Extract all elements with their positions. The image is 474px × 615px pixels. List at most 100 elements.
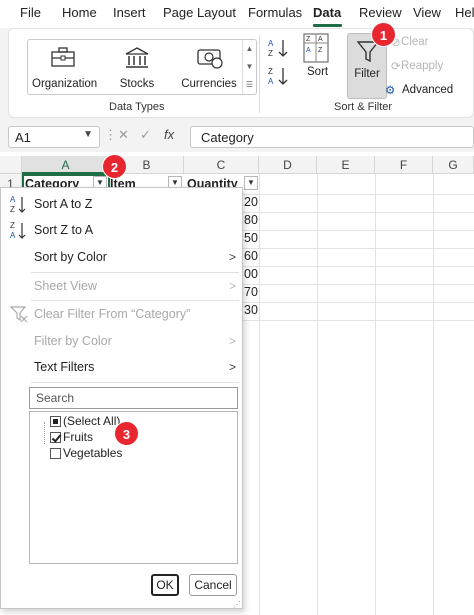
column-header-a[interactable]: A — [22, 156, 110, 174]
gridline — [243, 320, 474, 321]
sort-a-to-z-label: Sort A to Z — [34, 197, 93, 211]
chevron-right-icon: > — [228, 279, 236, 293]
formula-value: Category — [201, 130, 254, 145]
sort-z-to-a-item[interactable]: ZA Sort Z to A — [1, 217, 242, 243]
sort-za-icon: ZA — [10, 221, 26, 240]
filter-dropdown-c-icon[interactable]: ▼ — [244, 176, 258, 190]
reapply-icon: ⟳ — [391, 61, 401, 73]
select-all-corner[interactable] — [0, 156, 22, 174]
chevron-right-icon: > — [228, 360, 236, 374]
quantity-cell[interactable]: 80 — [244, 213, 258, 227]
cancel-button[interactable]: Cancel — [189, 574, 237, 596]
clear-filter-icon — [10, 306, 28, 323]
insert-function-icon[interactable]: fx — [164, 127, 174, 142]
stocks-button[interactable]: Stocks — [106, 44, 168, 92]
currencies-icon — [197, 49, 223, 69]
filter-label: Filter — [354, 68, 380, 80]
formula-bar: A1 ▼ ⋮ ✕ ✓ fx Category — [0, 122, 474, 152]
name-box-value: A1 — [15, 130, 31, 145]
menu-formulas[interactable]: Formulas — [248, 5, 302, 20]
chevron-right-icon: > — [228, 334, 236, 348]
sort-label: Sort — [307, 66, 329, 78]
ok-button[interactable]: OK — [151, 574, 179, 596]
column-header-g[interactable]: G — [433, 156, 474, 174]
step-badge-2: 2 — [102, 154, 127, 179]
enter-icon[interactable]: ✓ — [140, 127, 151, 143]
gridline — [243, 212, 474, 213]
svg-text:Z: Z — [306, 36, 311, 43]
column-header-d[interactable]: D — [259, 156, 317, 174]
sheet-view-item: Sheet View > — [1, 273, 242, 299]
quantity-cell[interactable]: 30 — [244, 303, 258, 317]
sort-filter-group-label: Sort & Filter — [334, 101, 393, 113]
menu-view[interactable]: View — [413, 5, 441, 20]
fruits-checkbox[interactable] — [50, 432, 61, 443]
column-header-f[interactable]: F — [375, 156, 433, 174]
resize-grip-icon[interactable]: ⋰ — [233, 600, 241, 609]
svg-text:A: A — [10, 231, 16, 240]
menu-file[interactable]: File — [20, 5, 41, 20]
cancel-icon[interactable]: ✕ — [118, 127, 129, 143]
data-types-gallery: Organization Stocks Currencies ▲ ▼ ☰ — [27, 39, 257, 95]
gridline — [243, 248, 474, 249]
data-types-group-label: Data Types — [109, 101, 165, 113]
filter-search-input[interactable]: Search — [29, 387, 238, 409]
text-filters-label: Text Filters — [34, 360, 95, 374]
sort-z-to-a-button[interactable]: ZA — [267, 65, 289, 90]
ribbon: Organization Stocks Currencies ▲ ▼ ☰ Dat… — [0, 28, 474, 122]
menu-home[interactable]: Home — [62, 5, 97, 20]
menu-help[interactable]: Help — [455, 5, 474, 20]
organization-button[interactable]: Organization — [32, 44, 98, 92]
advanced-filter-icon: ⚙ — [385, 85, 396, 97]
select-all-checkbox[interactable] — [50, 416, 61, 427]
group-separator — [259, 35, 260, 113]
menu-review[interactable]: Review — [359, 5, 402, 20]
gridline — [243, 230, 474, 231]
quantity-cell[interactable]: 20 — [244, 195, 258, 209]
quantity-cell[interactable]: 50 — [244, 231, 258, 245]
sort-za-icon: ZA — [268, 67, 288, 86]
quantity-cell[interactable]: 60 — [244, 249, 258, 263]
gallery-scroll[interactable]: ▲ ▼ ☰ — [242, 40, 256, 94]
sort-button[interactable]: ZAAZ — [303, 33, 329, 66]
gallery-more-icon[interactable]: ☰ — [243, 76, 256, 94]
search-placeholder: Search — [36, 391, 75, 405]
formula-input[interactable]: Category — [190, 126, 474, 148]
menu-page-layout[interactable]: Page Layout — [163, 5, 236, 20]
quantity-cell[interactable]: 70 — [244, 285, 258, 299]
text-filters-item[interactable]: Text Filters > — [1, 354, 242, 380]
chevron-down-icon[interactable]: ▼ — [83, 129, 93, 140]
sort-a-to-z-button[interactable]: AZ — [267, 37, 289, 62]
more-options-icon[interactable]: ⋮ — [104, 127, 117, 143]
vegetables-checkbox[interactable] — [50, 448, 61, 459]
name-box[interactable]: A1 ▼ — [8, 126, 100, 148]
svg-text:A: A — [318, 36, 323, 43]
organization-label: Organization — [32, 78, 98, 90]
clear-button[interactable]: Clear — [401, 36, 428, 48]
column-header-e[interactable]: E — [317, 156, 375, 174]
vegetables-label[interactable]: Vegetables — [63, 446, 122, 460]
svg-text:A: A — [10, 195, 16, 204]
menu-divider — [31, 382, 239, 383]
gridline — [317, 174, 318, 615]
gallery-down-icon[interactable]: ▼ — [243, 58, 256, 76]
organization-icon — [51, 47, 75, 67]
select-all-label[interactable]: (Select All) — [63, 414, 120, 428]
gallery-up-icon[interactable]: ▲ — [243, 40, 256, 58]
reapply-button[interactable]: Reapply — [401, 60, 443, 72]
quantity-cell[interactable]: 00 — [244, 267, 258, 281]
gridline — [243, 302, 474, 303]
sort-a-to-z-item[interactable]: AZ Sort A to Z — [1, 191, 242, 217]
sort-by-color-item[interactable]: Sort by Color > — [1, 244, 242, 270]
sort-az-icon: AZ — [10, 195, 26, 214]
advanced-button[interactable]: Advanced — [402, 84, 453, 96]
fruits-label[interactable]: Fruits — [63, 430, 93, 444]
gridline — [243, 284, 474, 285]
active-tab-underline — [313, 24, 342, 27]
menu-insert[interactable]: Insert — [113, 5, 146, 20]
sort-dialog-icon: Z AA Z — [303, 33, 329, 63]
formula-bar-icons: ⋮ ✕ ✓ fx — [104, 127, 184, 147]
currencies-button[interactable]: Currencies — [178, 44, 240, 92]
menu-data[interactable]: Data — [313, 5, 341, 20]
column-header-c[interactable]: C — [184, 156, 259, 174]
